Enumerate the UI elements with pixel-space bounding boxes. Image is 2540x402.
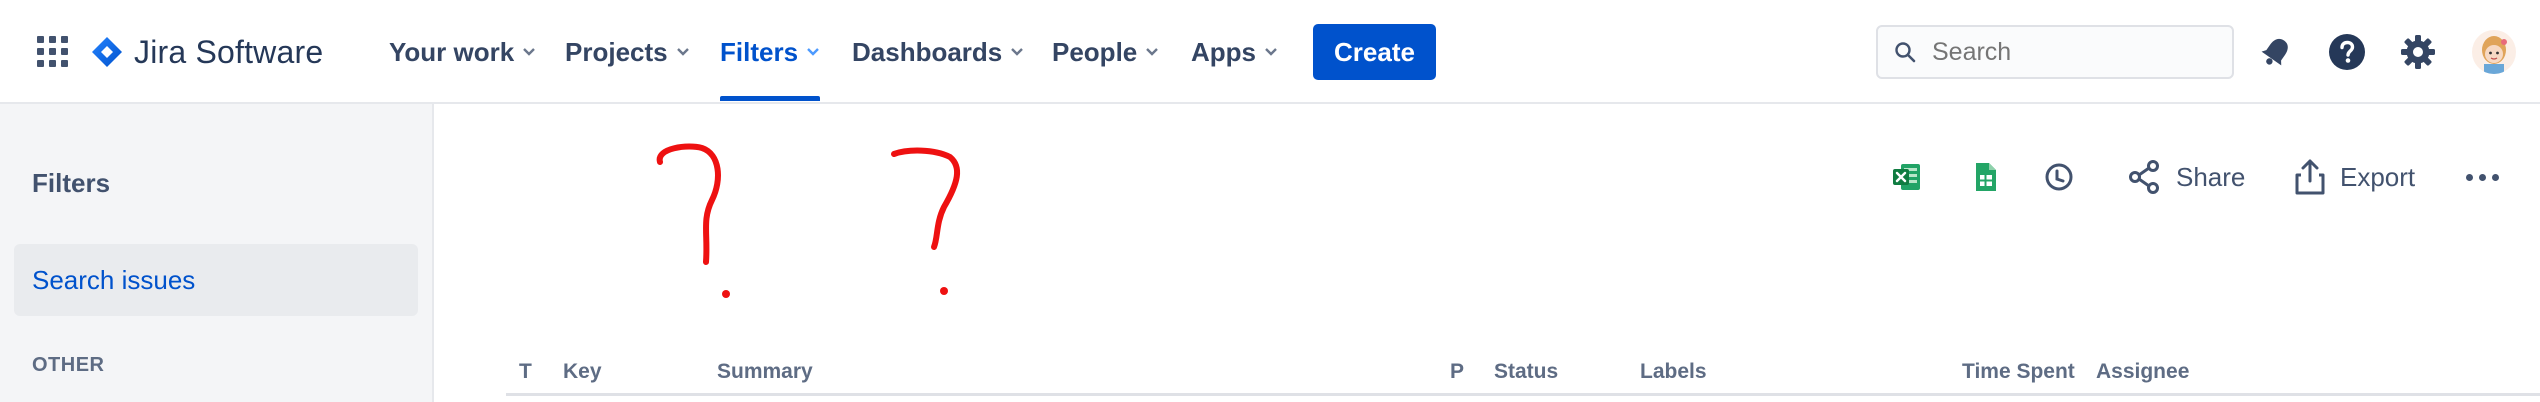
watch-clock-icon[interactable] <box>2042 160 2076 194</box>
google-sheets-icon[interactable] <box>1968 160 2002 194</box>
jira-logo-icon <box>92 37 122 67</box>
sidebar-item-search-issues[interactable]: Search issues <box>14 244 418 316</box>
nav-filters[interactable]: Filters <box>720 30 820 74</box>
column-header-type[interactable]: T <box>519 360 532 384</box>
search-icon <box>1895 42 1916 63</box>
filters-sidebar: Filters Search issues OTHER <box>0 104 434 402</box>
nav-dashboards[interactable]: Dashboards <box>852 30 1024 74</box>
create-button[interactable]: Create <box>1313 24 1436 80</box>
column-header-key[interactable]: Key <box>563 360 602 384</box>
nav-label: Your work <box>389 36 515 67</box>
column-header-time-spent[interactable]: Time Spent <box>1962 360 2075 384</box>
column-header-summary[interactable]: Summary <box>717 360 813 384</box>
nav-label: Apps <box>1191 36 1256 67</box>
column-header-assignee[interactable]: Assignee <box>2096 360 2189 384</box>
nav-label: Projects <box>565 36 668 67</box>
nav-people[interactable]: People <box>1052 30 1159 74</box>
more-dot <box>2492 174 2499 181</box>
chevron-down-icon <box>523 48 536 56</box>
export-button[interactable]: Export <box>2292 156 2415 198</box>
search-input[interactable] <box>1930 36 2214 68</box>
nav-label: People <box>1052 36 1138 67</box>
nav-label: Filters <box>720 36 799 67</box>
user-avatar[interactable] <box>2472 30 2516 74</box>
sidebar-item-label: Search issues <box>32 264 196 295</box>
app-name: Jira Software <box>134 33 324 70</box>
red-question-mark-annotation <box>656 143 730 298</box>
chevron-down-icon <box>1265 48 1277 56</box>
more-dot <box>2466 174 2473 181</box>
table-header-divider <box>506 393 2540 396</box>
top-navigation-bar: Jira Software Your work Projects Filters… <box>0 0 2540 104</box>
nav-apps[interactable]: Apps <box>1191 30 1278 74</box>
active-nav-indicator <box>720 96 820 101</box>
sidebar-title: Filters <box>32 168 111 198</box>
share-button[interactable]: Share <box>2124 156 2245 198</box>
more-actions-button[interactable] <box>2466 174 2499 181</box>
nav-your-work[interactable]: Your work <box>389 30 536 74</box>
jira-logo[interactable]: Jira Software <box>90 34 323 70</box>
share-label: Share <box>2176 161 2246 192</box>
app-switcher-icon[interactable] <box>37 36 69 68</box>
notifications-icon[interactable] <box>2256 32 2296 72</box>
chevron-down-icon <box>1146 48 1159 56</box>
red-question-mark-annotation <box>891 147 961 295</box>
column-header-priority[interactable]: P <box>1450 360 1464 384</box>
nav-projects[interactable]: Projects <box>565 30 690 74</box>
avatar-image <box>2472 30 2516 74</box>
chevron-down-icon <box>1011 48 1024 56</box>
excel-icon[interactable] <box>1890 160 1924 194</box>
help-icon[interactable] <box>2327 32 2367 72</box>
export-label: Export <box>2340 161 2416 192</box>
settings-gear-icon[interactable] <box>2398 32 2438 72</box>
sidebar-section-heading: OTHER <box>32 354 105 376</box>
chevron-down-icon <box>676 48 689 56</box>
export-icon <box>2295 159 2325 195</box>
column-header-status[interactable]: Status <box>1494 360 1558 384</box>
nav-label: Dashboards <box>852 36 1003 67</box>
chevron-down-icon <box>807 48 819 56</box>
search-field[interactable] <box>1876 25 2234 79</box>
more-dot <box>2479 174 2486 181</box>
column-header-labels[interactable]: Labels <box>1640 360 1707 384</box>
share-icon <box>2129 160 2159 194</box>
